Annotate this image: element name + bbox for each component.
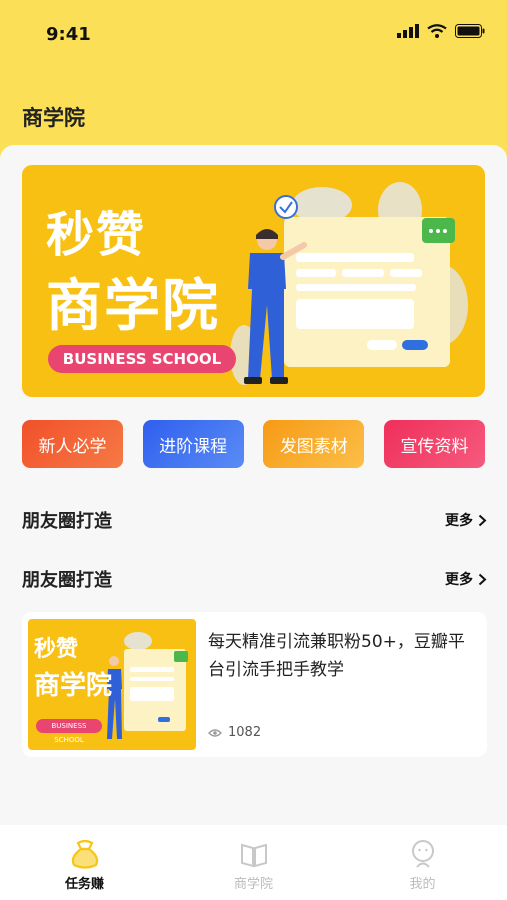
more-link[interactable]: 更多: [445, 510, 487, 530]
section-header-2: 朋友圈打造 更多: [22, 564, 487, 594]
thumbnail-tag: BUSINESS SCHOOL: [36, 719, 102, 744]
category-row: 新人必学 进阶课程 发图素材 宣传资料: [22, 420, 485, 468]
eye-icon: [208, 728, 222, 737]
banner-tag: BUSINESS SCHOOL: [48, 345, 236, 373]
category-button-new[interactable]: 新人必学: [22, 420, 123, 468]
book-icon: [240, 843, 267, 868]
tab-label: 我的: [409, 877, 436, 892]
thumbnail-title-line1: 秒赞: [34, 637, 79, 662]
view-count-value: 1082: [228, 725, 262, 740]
tab-label: 任务赚: [64, 877, 104, 892]
profile-icon: [411, 840, 434, 868]
status-bar: 9:41: [0, 0, 507, 70]
tab-label: 商学院: [233, 877, 273, 892]
banner-title-line2: 商学院: [46, 274, 220, 339]
banner-title-line1: 秒赞: [46, 207, 147, 263]
tab-business-school[interactable]: 商学院: [169, 825, 338, 900]
tab-profile[interactable]: 我的: [338, 825, 507, 900]
chevron-right-icon: [478, 514, 487, 526]
page-title: 商学院: [22, 106, 85, 130]
status-time: 9:41: [46, 24, 91, 45]
course-title: 每天精准引流兼职粉50+，豆瓣平台引流手把手教学: [208, 632, 465, 680]
more-label: 更多: [445, 513, 473, 529]
section-header-1: 朋友圈打造 更多: [22, 505, 487, 535]
more-label: 更多: [445, 572, 473, 588]
course-card[interactable]: 秒赞 商学院 BUSINESS SCHOOL 每天精准引流兼职粉50+，豆瓣平台…: [22, 612, 487, 757]
cellular-signal-icon: [397, 24, 419, 38]
banner[interactable]: 秒赞 商学院 BUSINESS SCHOOL: [22, 165, 485, 397]
view-count: 1082: [208, 725, 261, 740]
category-button-advanced[interactable]: 进阶课程: [142, 420, 244, 468]
task-bag-icon: [71, 839, 98, 869]
tab-task[interactable]: 任务赚: [0, 825, 169, 900]
wifi-icon: [427, 24, 447, 38]
more-link[interactable]: 更多: [445, 569, 487, 589]
thumbnail-title-line2: 商学院: [34, 671, 113, 701]
bottom-tab-bar: 任务赚 商学院 我的: [0, 825, 507, 900]
category-button-promo[interactable]: 宣传资料: [383, 420, 485, 468]
section-title: 朋友圈打造: [22, 511, 112, 532]
battery-icon: [455, 24, 485, 38]
category-button-materials[interactable]: 发图素材: [263, 420, 365, 468]
chevron-right-icon: [478, 573, 487, 585]
main-content: 秒赞 商学院 BUSINESS SCHOOL 新人必学 进阶课程 发图素材 宣传…: [0, 145, 507, 825]
course-thumbnail: 秒赞 商学院 BUSINESS SCHOOL: [28, 619, 196, 750]
section-title: 朋友圈打造: [22, 570, 112, 591]
